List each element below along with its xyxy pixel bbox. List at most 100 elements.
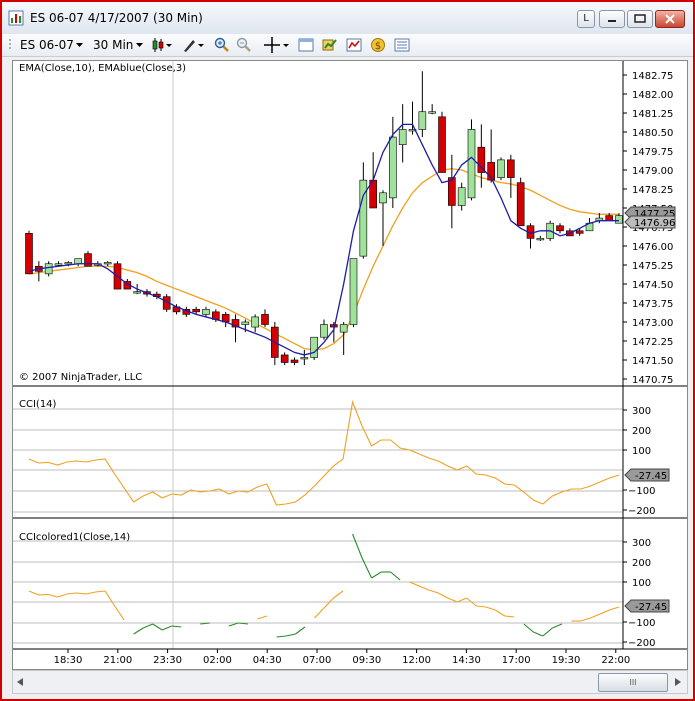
- scroll-right-icon[interactable]: [675, 678, 681, 686]
- price-panel-label: EMA(Close,10), EMAblue(Close,3): [19, 63, 186, 74]
- candle: [25, 230, 33, 275]
- drawing-tool-icon[interactable]: [182, 37, 206, 53]
- cci-colored-segment: [133, 627, 144, 635]
- price-tick-label: 1472.25: [632, 337, 673, 348]
- cci-colored-segment: [314, 607, 325, 619]
- link-button[interactable]: L: [577, 10, 595, 28]
- svg-text:$: $: [375, 41, 381, 52]
- zoom-in-icon[interactable]: [214, 37, 230, 53]
- cci-colored-segment: [390, 571, 401, 581]
- cci-colored-segment: [361, 557, 373, 579]
- data-box-icon[interactable]: [394, 37, 410, 53]
- candle: [35, 261, 43, 282]
- cci-panel-label: CCI(14): [19, 399, 57, 410]
- cci-colored-segment: [428, 589, 439, 594]
- close-button[interactable]: [655, 10, 685, 28]
- toolbar: ES 06-07 30 Min $: [2, 34, 693, 57]
- title-bar[interactable]: ES 06-07 4/17/2007 (30 Min) L: [2, 2, 693, 35]
- cci-colored-segment: [552, 623, 563, 629]
- strategies-icon[interactable]: $: [370, 37, 386, 53]
- window-title: ES 06-07 4/17/2007 (30 Min): [30, 11, 203, 25]
- scroll-thumb[interactable]: III: [598, 673, 668, 692]
- cci-marker-text: -27.45: [635, 471, 667, 482]
- candle: [516, 177, 525, 227]
- chevron-down-icon[interactable]: [136, 43, 143, 47]
- cci-colored-segment: [504, 615, 515, 618]
- candle: [280, 352, 289, 366]
- cci-colored-segment: [95, 590, 106, 593]
- candle: [379, 190, 387, 246]
- cci-tick-label: 300: [632, 406, 651, 417]
- cci-colored-segment: [276, 635, 286, 638]
- candle: [507, 154, 515, 198]
- cci-colored-segment: [447, 597, 458, 603]
- time-tick-label: 17:00: [502, 655, 531, 666]
- candle: [300, 349, 309, 366]
- cci-colored-tick-label: 200: [632, 558, 651, 569]
- chart-app-icon: [8, 10, 24, 26]
- chart-grid: [13, 408, 623, 644]
- cci-colored-segment: [104, 590, 116, 607]
- price-tick-label: 1473.00: [632, 318, 673, 329]
- candle: [418, 71, 427, 138]
- cci-colored-segment: [437, 592, 448, 599]
- properties-icon[interactable]: [298, 37, 314, 53]
- maximize-button[interactable]: [627, 10, 653, 28]
- chart-area[interactable]: EMA(Close,10), EMAblue(Close,3) © 2007 N…: [12, 60, 688, 670]
- chart-window: ES 06-07 4/17/2007 (30 Min) L ES 06-07 3…: [0, 0, 695, 701]
- chevron-down-icon[interactable]: [76, 43, 83, 47]
- zoom-out-icon[interactable]: [236, 37, 252, 53]
- minimize-button[interactable]: [599, 10, 625, 28]
- instrument-selector[interactable]: ES 06-07: [20, 34, 74, 56]
- cci-colored-segment: [38, 593, 49, 596]
- cci-axis-ticks: 300 200 100 −100 −200: [623, 406, 655, 517]
- time-tick-label: 22:00: [601, 655, 630, 666]
- cci-colored-segment: [580, 617, 591, 622]
- chart-canvas[interactable]: EMA(Close,10), EMAblue(Close,3) © 2007 N…: [13, 61, 687, 669]
- cci-colored-segment: [295, 626, 306, 635]
- cci-colored-segment: [418, 585, 429, 591]
- cci-tick-label: −100: [628, 486, 655, 497]
- cci-tick-label: −200: [628, 506, 655, 517]
- price-tick-label: 1482.75: [632, 71, 673, 82]
- cci-colored-segment: [323, 597, 334, 609]
- candle: [556, 223, 564, 234]
- cci-tick-label: 200: [632, 426, 651, 437]
- cci-colored-tick-label: −200: [628, 638, 655, 649]
- cci-path: [28, 399, 620, 506]
- horizontal-scrollbar[interactable]: III: [12, 670, 688, 694]
- cci-colored-segment: [599, 609, 610, 615]
- crosshair-icon[interactable]: [264, 37, 290, 53]
- time-axis-ticks: 18:30 21:00 23:30 02:00 04:30 07:00 09:30 12:00…: [54, 649, 630, 666]
- candle: [74, 258, 82, 267]
- cci-colored-segment: [609, 606, 620, 611]
- price-tick-label: 1478.25: [632, 185, 673, 196]
- data-series-icon[interactable]: [322, 37, 338, 53]
- candle: [251, 314, 259, 333]
- price-marker-2: 1476.96: [624, 215, 676, 229]
- price-tick-label: 1470.75: [632, 375, 673, 386]
- candle: [349, 258, 358, 328]
- interval-selector[interactable]: 30 Min: [93, 34, 133, 56]
- cci-colored-segment: [485, 606, 496, 611]
- candle: [261, 309, 269, 328]
- candle: [457, 182, 466, 211]
- price-tick-label: 1481.25: [632, 109, 673, 120]
- cci-colored-marker-text: -27.45: [635, 602, 667, 613]
- scroll-left-icon[interactable]: [17, 678, 23, 686]
- time-tick-label: 14:30: [452, 655, 481, 666]
- candle: [320, 319, 328, 340]
- candle: [398, 104, 407, 163]
- price-tick-label: 1479.75: [632, 147, 673, 158]
- close-icon: [665, 14, 675, 24]
- cci-colored-segment: [542, 627, 553, 637]
- cci-colored-segment: [590, 613, 601, 619]
- price-tick-label: 1475.25: [632, 261, 673, 272]
- cci-colored-segment: [57, 593, 68, 598]
- maximize-icon: [634, 14, 646, 23]
- candle: [339, 322, 348, 355]
- indicators-icon[interactable]: [346, 37, 362, 53]
- cci-colored-segment: [67, 592, 77, 595]
- candlestick-style-icon[interactable]: [152, 37, 174, 53]
- cci-colored-segment: [352, 533, 363, 559]
